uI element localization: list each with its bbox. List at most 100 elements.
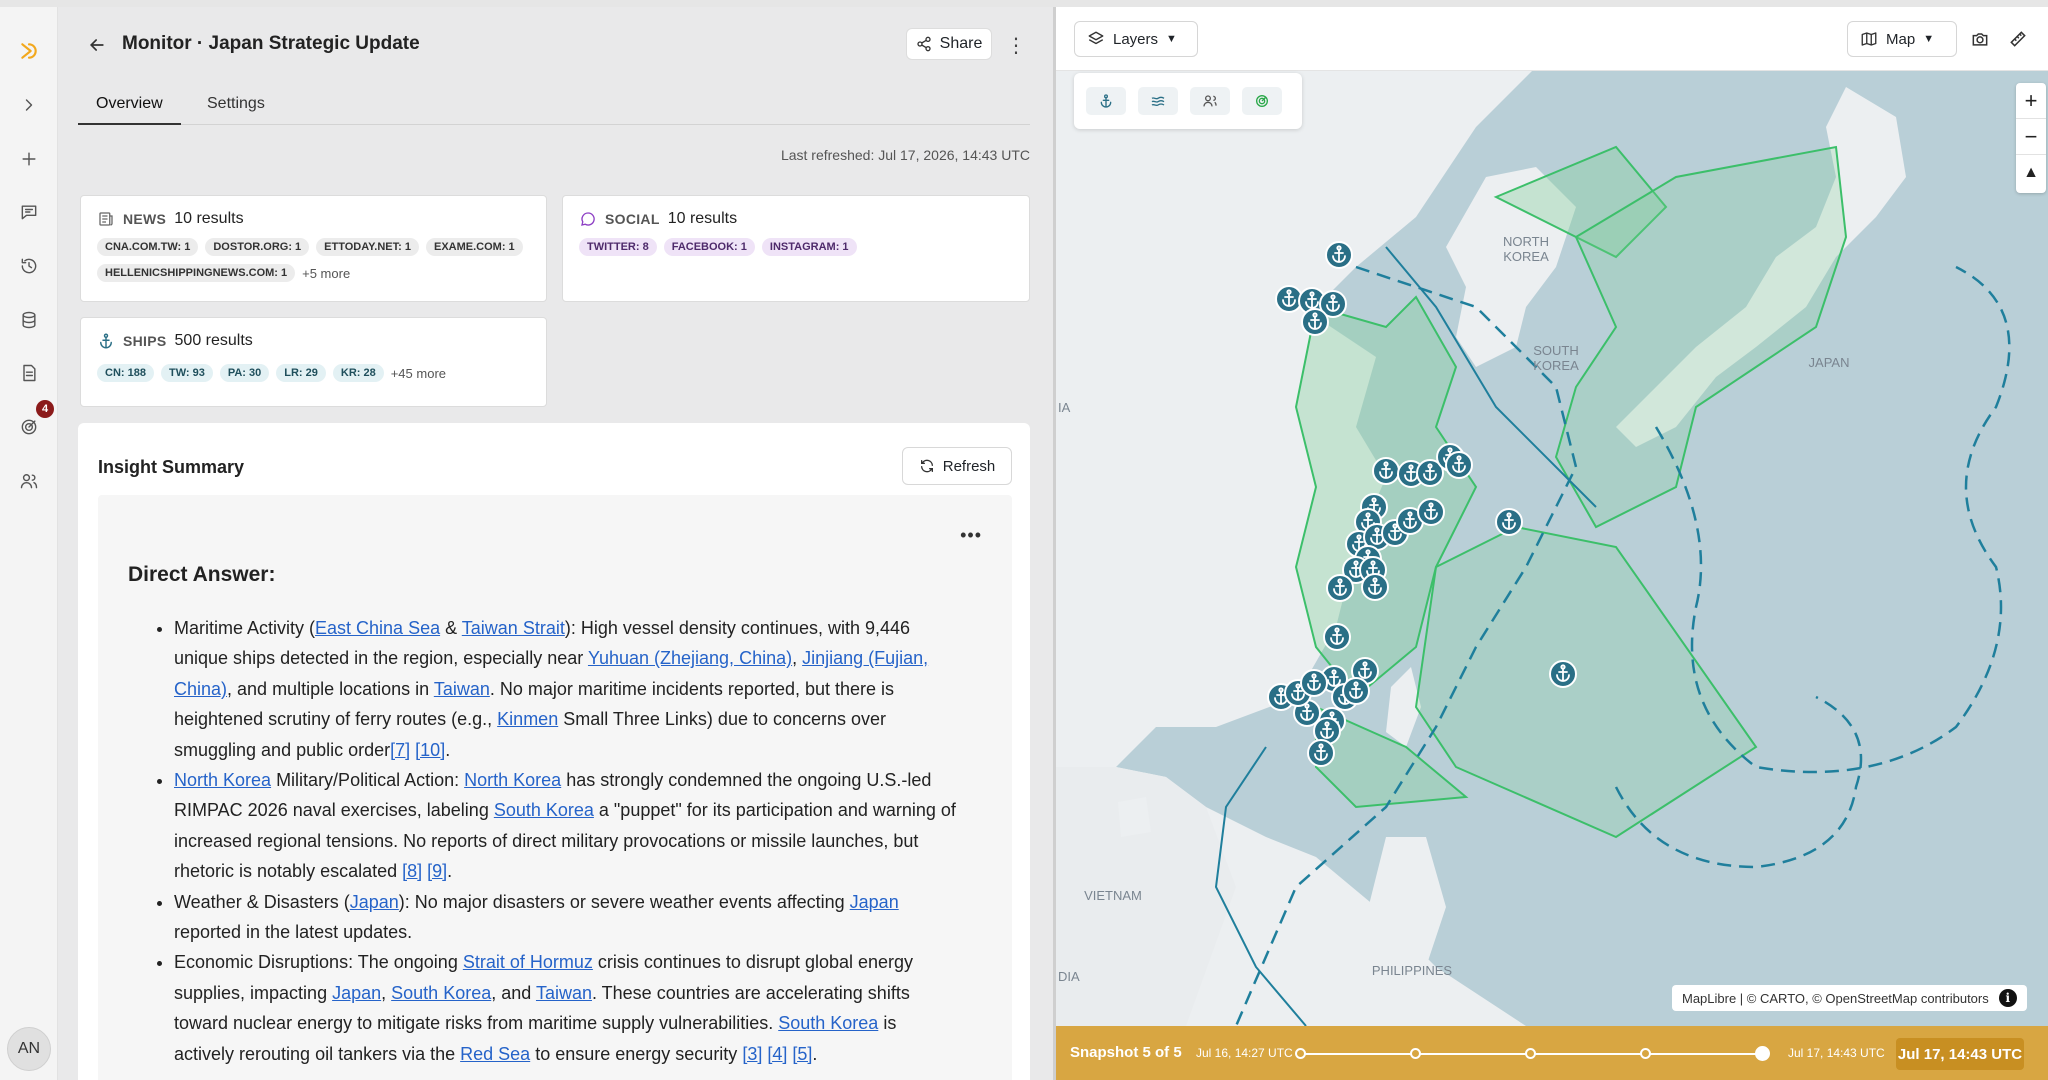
logo-icon[interactable]: [15, 37, 43, 65]
bullet-text: Military/Political Action:: [271, 770, 465, 791]
social-source-card[interactable]: SOCIAL 10 results TWITTER: 8 FACEBOOK: 1…: [562, 195, 1030, 302]
ruler-icon[interactable]: [2006, 27, 2030, 51]
ship-anchor-pin[interactable]: [1372, 457, 1400, 485]
snapshot-marker[interactable]: [1410, 1048, 1421, 1059]
inline-link[interactable]: [7]: [390, 740, 410, 760]
inline-link[interactable]: Japan: [850, 892, 899, 912]
layers-dropdown[interactable]: Layers ▼: [1074, 21, 1198, 57]
inline-link[interactable]: Japan: [332, 983, 381, 1003]
refresh-button[interactable]: Refresh: [902, 447, 1012, 485]
ship-anchor-pin[interactable]: [1307, 739, 1335, 767]
social-chip[interactable]: INSTAGRAM: 1: [761, 238, 857, 256]
news-chip[interactable]: EXAME.COM: 1: [425, 238, 523, 256]
zoom-in-button[interactable]: +: [2016, 83, 2046, 119]
answer-options-icon[interactable]: •••: [960, 525, 982, 546]
snapshot-marker[interactable]: [1295, 1048, 1306, 1059]
news-chip[interactable]: ETTODAY.NET: 1: [316, 238, 419, 256]
more-options-icon[interactable]: ⋮: [1004, 31, 1028, 59]
ship-anchor-pin[interactable]: [1549, 660, 1577, 688]
ships-source-card[interactable]: SHIPS 500 results CN: 188 TW: 93 PA: 30 …: [80, 317, 547, 407]
ships-more-link[interactable]: +45 more: [391, 366, 446, 381]
insight-summary-card: Insight Summary Refresh ••• Direct Answe…: [78, 423, 1030, 1080]
ship-anchor-pin[interactable]: [1342, 677, 1370, 705]
layer-radar-toggle[interactable]: [1242, 87, 1282, 115]
inline-link[interactable]: [3]: [742, 1044, 762, 1064]
compass-icon[interactable]: ▲: [2016, 155, 2046, 191]
news-chip[interactable]: DOSTOR.ORG: 1: [205, 238, 310, 256]
inline-link[interactable]: South Korea: [494, 800, 594, 820]
ship-anchor-pin[interactable]: [1323, 623, 1351, 651]
social-chip[interactable]: TWITTER: 8: [579, 238, 657, 256]
news-chip[interactable]: CNA.COM.TW: 1: [97, 238, 199, 256]
answer-bullet: North Korea Military/Political Action: N…: [174, 765, 958, 887]
inline-link[interactable]: South Korea: [391, 983, 491, 1003]
inline-link[interactable]: Taiwan: [434, 679, 490, 699]
inline-link[interactable]: [5]: [792, 1044, 812, 1064]
inline-link[interactable]: Kinmen: [497, 709, 558, 729]
inline-link[interactable]: Japan: [350, 892, 399, 912]
ships-chip[interactable]: PA: 30: [219, 364, 270, 382]
hainan-land: [1118, 797, 1151, 837]
info-icon[interactable]: i: [1998, 989, 2017, 1007]
map-type-dropdown[interactable]: Map ▼: [1847, 21, 1957, 57]
camera-icon[interactable]: [1968, 27, 1992, 51]
snapshot-slider-handle[interactable]: [1755, 1046, 1770, 1061]
monitor-target-icon[interactable]: [15, 413, 43, 441]
database-icon[interactable]: [15, 306, 43, 334]
inline-link[interactable]: North Korea: [464, 770, 561, 790]
inline-link[interactable]: [9]: [427, 861, 447, 881]
ship-anchor-pin[interactable]: [1361, 573, 1389, 601]
back-arrow-icon[interactable]: [83, 31, 111, 59]
window-top-strip: [0, 0, 2048, 7]
ships-chip[interactable]: LR: 29: [276, 364, 326, 382]
tab-overview[interactable]: Overview: [78, 87, 181, 125]
zoom-out-button[interactable]: −: [2016, 119, 2046, 155]
inline-link[interactable]: North Korea: [174, 770, 271, 790]
tab-settings[interactable]: Settings: [189, 87, 283, 125]
ship-anchor-pin[interactable]: [1275, 285, 1303, 313]
inline-link[interactable]: South Korea: [778, 1013, 878, 1033]
layer-ships-toggle[interactable]: [1086, 87, 1126, 115]
social-chip[interactable]: FACEBOOK: 1: [663, 238, 755, 256]
share-button[interactable]: Share: [906, 28, 992, 60]
inline-link[interactable]: [10]: [415, 740, 445, 760]
ship-anchor-pin[interactable]: [1445, 451, 1473, 479]
layer-waves-toggle[interactable]: [1138, 87, 1178, 115]
ships-chip[interactable]: KR: 28: [332, 364, 384, 382]
news-source-card[interactable]: NEWS 10 results CNA.COM.TW: 1 DOSTOR.ORG…: [80, 195, 547, 302]
inline-link[interactable]: Taiwan Strait: [462, 618, 565, 638]
layers-label: Layers: [1113, 30, 1159, 48]
history-icon[interactable]: [15, 252, 43, 280]
ship-anchor-pin[interactable]: [1300, 669, 1328, 697]
ships-chip[interactable]: CN: 188: [97, 364, 154, 382]
current-snapshot-time[interactable]: Jul 17, 14:43 UTC: [1896, 1038, 2024, 1070]
document-icon[interactable]: [15, 359, 43, 387]
snapshot-marker[interactable]: [1525, 1048, 1536, 1059]
layer-people-toggle[interactable]: [1190, 87, 1230, 115]
plus-icon[interactable]: [15, 145, 43, 173]
direct-answer-box: ••• Direct Answer: Maritime Activity (Ea…: [98, 495, 1012, 1080]
inline-link[interactable]: Strait of Hormuz: [463, 952, 593, 972]
news-chip[interactable]: HELLENICSHIPPINGNEWS.COM: 1: [97, 264, 296, 282]
chat-icon[interactable]: [15, 198, 43, 226]
ship-anchor-pin[interactable]: [1495, 508, 1523, 536]
ships-chip[interactable]: TW: 93: [160, 364, 213, 382]
ship-anchor-pin[interactable]: [1417, 498, 1445, 526]
inline-link[interactable]: Taiwan: [536, 983, 592, 1003]
ship-anchor-pin[interactable]: [1326, 574, 1354, 602]
expand-chevron-icon[interactable]: [15, 91, 43, 119]
users-icon[interactable]: [15, 467, 43, 495]
inline-link[interactable]: [4]: [767, 1044, 787, 1064]
notification-badge: 4: [36, 400, 54, 418]
inline-link[interactable]: East China Sea: [315, 618, 440, 638]
snapshot-marker[interactable]: [1640, 1048, 1651, 1059]
user-avatar[interactable]: AN: [7, 1027, 51, 1071]
map-canvas[interactable]: NORTH KOREA SOUTH KOREA JAPAN VIETNAM PHIL…: [1056, 7, 2048, 1080]
ship-anchor-pin[interactable]: [1325, 241, 1353, 269]
inline-link[interactable]: [8]: [402, 861, 422, 881]
inline-link[interactable]: Red Sea: [460, 1044, 530, 1064]
ship-anchor-pin[interactable]: [1301, 308, 1329, 336]
map-view[interactable]: NORTH KOREA SOUTH KOREA JAPAN VIETNAM PHIL…: [1056, 7, 2048, 1080]
news-more-link[interactable]: +5 more: [302, 266, 350, 281]
inline-link[interactable]: Yuhuan (Zhejiang, China): [588, 648, 792, 668]
